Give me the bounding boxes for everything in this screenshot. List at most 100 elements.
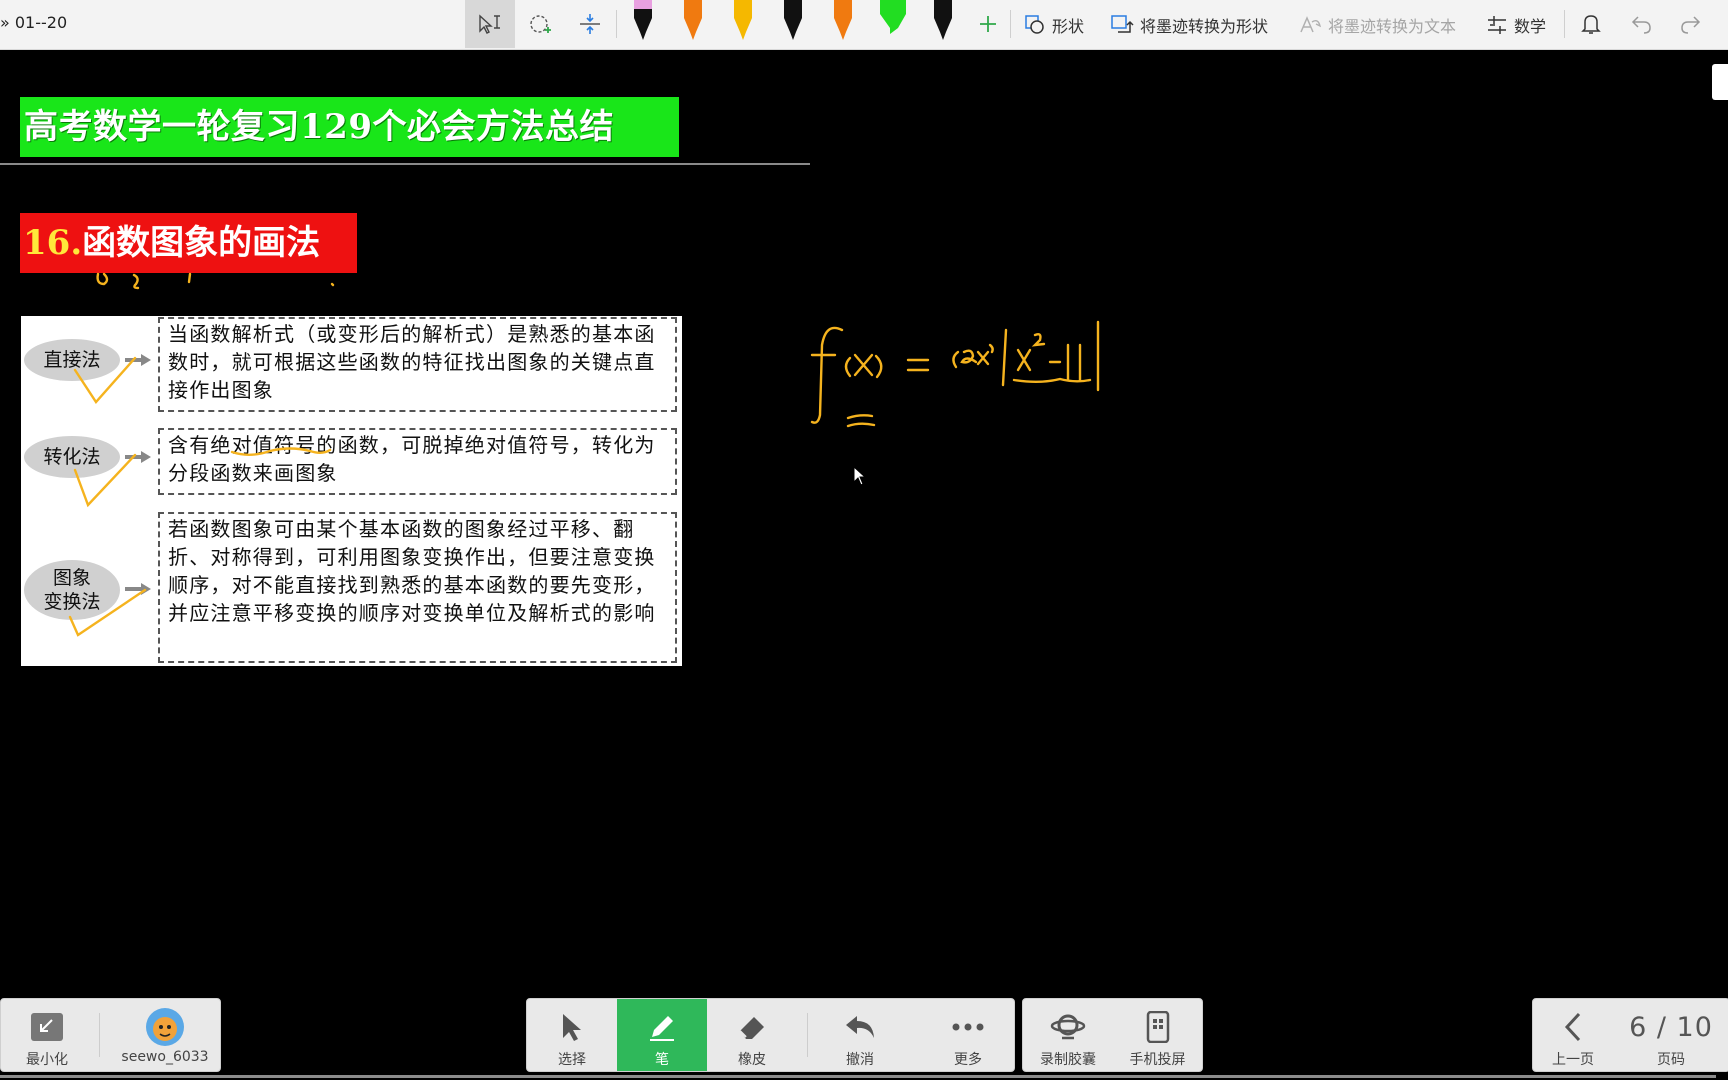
method-desc-direct: 当函数解析式（或变形后的解析式）是熟悉的基本函数时，就可根据这些函数的特征找出图… bbox=[158, 317, 677, 412]
phone-icon bbox=[1146, 1011, 1169, 1043]
pen-yellow-button[interactable] bbox=[728, 0, 758, 42]
previous-page-label: 上一页 bbox=[1552, 1052, 1594, 1068]
redo-icon bbox=[1681, 16, 1701, 34]
user-name-label: seewo_6033 bbox=[121, 1049, 209, 1065]
add-pen-button[interactable] bbox=[974, 10, 1002, 38]
ink-formula bbox=[960, 349, 978, 364]
notification-button[interactable] bbox=[1577, 10, 1605, 38]
section-title: 函数图象的画法 bbox=[82, 223, 321, 263]
slide-title: 高考数学一轮复习129个必会方法总结 bbox=[20, 97, 679, 157]
pen-label: 笔 bbox=[655, 1052, 669, 1068]
select-tool-button[interactable]: 选择 bbox=[527, 999, 617, 1071]
lasso-tool[interactable] bbox=[515, 0, 565, 48]
pen-tool-button[interactable]: 笔 bbox=[617, 999, 707, 1071]
method-name-transform: 转化法 bbox=[24, 436, 120, 478]
section-number: 16. bbox=[23, 223, 83, 263]
minimize-button[interactable]: 最小化 bbox=[9, 999, 85, 1071]
pen-icon bbox=[650, 1016, 674, 1041]
phone-cast-button[interactable]: 手机投屏 bbox=[1113, 999, 1202, 1071]
ink-formula bbox=[874, 354, 883, 379]
page-label: 页码 bbox=[1657, 1052, 1685, 1068]
ink-formula bbox=[853, 353, 874, 377]
toolbar-divider bbox=[1010, 10, 1011, 38]
page-indicator: 6 / 10 bbox=[1629, 1011, 1713, 1043]
more-button[interactable]: 更多 bbox=[923, 999, 1013, 1071]
bottom-left-panel: 最小化 seewo_6033 bbox=[0, 998, 221, 1072]
eraser-tool-button[interactable]: 橡皮 bbox=[707, 999, 797, 1071]
ink-mark bbox=[96, 272, 109, 286]
side-panel-tab[interactable] bbox=[1712, 64, 1728, 100]
page-navigation-panel: 上一页 6 / 10 页码 bbox=[1532, 998, 1728, 1072]
ink-formula bbox=[844, 356, 852, 378]
pen-black-2-button[interactable] bbox=[928, 0, 958, 42]
ink-formula bbox=[952, 350, 960, 369]
breadcrumb[interactable]: » 01--20 bbox=[0, 13, 67, 32]
ink-formula bbox=[976, 350, 990, 366]
lasso-icon bbox=[530, 15, 551, 33]
ink-formula bbox=[1031, 332, 1046, 347]
ink-formula bbox=[1001, 328, 1008, 387]
bottom-share-panel: 录制胶囊 手机投屏 bbox=[1022, 998, 1203, 1072]
ink-mark bbox=[132, 273, 140, 290]
pen-icon bbox=[684, 0, 702, 40]
bottom-divider bbox=[99, 1013, 100, 1057]
previous-page-button[interactable]: 上一页 bbox=[1533, 999, 1613, 1071]
ink-formula bbox=[810, 326, 844, 424]
ink-to-shape-icon bbox=[1111, 15, 1134, 33]
method-desc-graph-transform: 若函数图象可由某个基本函数的图象经过平移、翻折、对称得到，可利用图象变换作出，但… bbox=[158, 512, 677, 663]
undo-icon bbox=[1631, 16, 1651, 34]
record-capsule-button[interactable]: 录制胶囊 bbox=[1023, 999, 1113, 1071]
horizontal-scrollbar[interactable] bbox=[0, 1075, 1716, 1078]
pen-black-button[interactable] bbox=[778, 0, 808, 42]
shape-button[interactable]: 形状 bbox=[1024, 12, 1084, 38]
bell-icon bbox=[1581, 15, 1601, 34]
arrow-icon bbox=[125, 451, 151, 463]
pen-icon bbox=[934, 0, 952, 40]
math-button[interactable]: 数学 bbox=[1486, 12, 1546, 38]
cursor-arrow-icon bbox=[563, 1014, 581, 1041]
title-divider bbox=[0, 163, 810, 165]
record-label: 录制胶囊 bbox=[1040, 1052, 1096, 1068]
shape-label: 形状 bbox=[1052, 17, 1085, 36]
ink-formula bbox=[1016, 348, 1032, 372]
ink-underline bbox=[846, 414, 876, 428]
math-icon bbox=[1488, 16, 1506, 34]
insert-space-tool[interactable] bbox=[565, 0, 615, 48]
ink-to-shape-button[interactable]: 将墨迹转换为形状 bbox=[1110, 12, 1268, 38]
pen-icon bbox=[784, 0, 802, 40]
redo-toolbar-button[interactable] bbox=[1677, 10, 1705, 38]
undo-toolbar-button[interactable] bbox=[1627, 10, 1655, 38]
ink-formula bbox=[988, 343, 994, 354]
undo-button[interactable]: 撤消 bbox=[815, 999, 905, 1071]
pen-orange-button[interactable] bbox=[678, 0, 708, 42]
user-account-button[interactable]: seewo_6033 bbox=[111, 999, 219, 1071]
method-name-direct: 直接法 bbox=[24, 339, 120, 381]
mouse-cursor-icon bbox=[853, 466, 867, 486]
bottom-tools-panel: 选择 笔 橡皮 撤消 更多 bbox=[526, 998, 1015, 1072]
arrow-icon bbox=[125, 583, 151, 595]
pen-orange-marker-button[interactable] bbox=[828, 0, 858, 42]
method-desc-transform: 含有绝对值符号的函数，可脱掉绝对值符号，转化为分段函数来画图象 bbox=[158, 428, 677, 495]
plus-icon bbox=[980, 16, 996, 32]
chevron-left-icon bbox=[1564, 1012, 1581, 1042]
highlighter-green-button[interactable] bbox=[878, 0, 908, 42]
ink-to-shape-label: 将墨迹转换为形状 bbox=[1140, 17, 1269, 36]
text-select-icon bbox=[479, 14, 500, 34]
ink-mark bbox=[330, 282, 335, 287]
ink-to-text-button[interactable]: 将墨迹转换为文本 bbox=[1298, 12, 1456, 38]
page-number-button[interactable]: 6 / 10 页码 bbox=[1613, 999, 1728, 1071]
shape-icon bbox=[1025, 15, 1044, 34]
arrow-icon bbox=[125, 354, 151, 366]
cast-label: 手机投屏 bbox=[1129, 1052, 1186, 1068]
eraser-label: 橡皮 bbox=[738, 1052, 766, 1068]
minimize-icon bbox=[31, 1013, 63, 1041]
pen-icon bbox=[834, 0, 852, 40]
record-capsule-icon bbox=[1050, 1014, 1086, 1040]
ink-underline bbox=[1012, 377, 1092, 383]
text-select-tool[interactable] bbox=[465, 0, 515, 48]
undo-arrow-icon bbox=[846, 1016, 874, 1038]
math-label: 数学 bbox=[1514, 17, 1547, 36]
pen-black-pink-button[interactable] bbox=[628, 0, 658, 42]
method-name-graph-transform: 图象 变换法 bbox=[24, 560, 120, 620]
undo-label: 撤消 bbox=[846, 1052, 874, 1068]
